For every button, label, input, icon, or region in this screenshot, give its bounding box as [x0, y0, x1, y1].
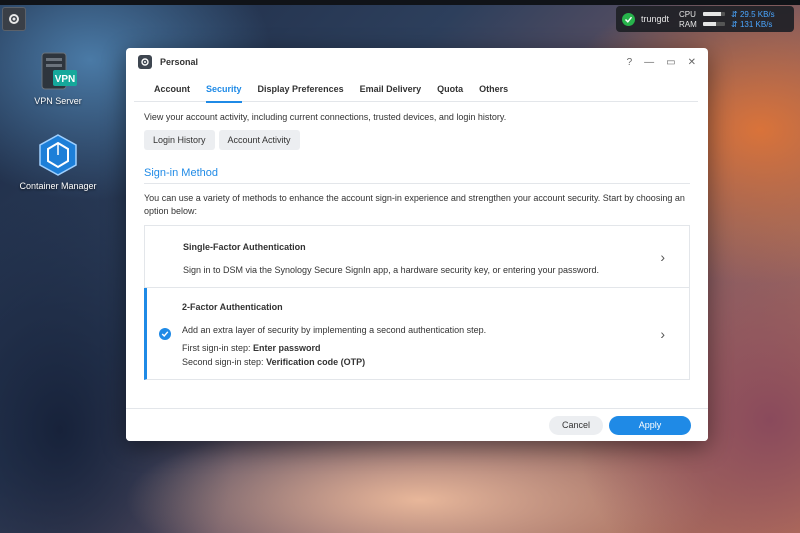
- desktop-icon-label: Container Manager: [19, 181, 97, 191]
- desktop-icon-vpn-server[interactable]: VPN VPN Server: [8, 52, 108, 106]
- option-description: Sign in to DSM via the Synology Secure S…: [183, 265, 600, 275]
- activity-buttons: Login History Account Activity: [144, 130, 690, 150]
- desktop-icon-label: VPN Server: [34, 96, 82, 106]
- sign-in-method-description: You can use a variety of methods to enha…: [144, 193, 685, 216]
- personal-window: Personal ? — ▭ ✕ Account Security Displa…: [126, 48, 708, 441]
- window-controls: ? — ▭ ✕: [627, 57, 696, 68]
- cpu-bar-fill: [703, 12, 721, 16]
- tab-email-delivery[interactable]: Email Delivery: [352, 76, 430, 102]
- ram-bar: [703, 22, 726, 26]
- cancel-button[interactable]: Cancel: [549, 415, 603, 435]
- step2-label: Second sign-in step:: [182, 357, 267, 367]
- cpu-rate-value: 29.5 KB/s: [739, 9, 775, 19]
- ram-label: RAM: [679, 19, 697, 29]
- settings-app-icon: [138, 55, 152, 69]
- cpu-bar: [703, 12, 726, 16]
- tab-account[interactable]: Account: [146, 76, 198, 102]
- step1-value: Enter password: [253, 343, 321, 353]
- tab-security[interactable]: Security: [198, 76, 250, 103]
- ram-meter: RAM ⇵ 131 KB/s: [679, 20, 775, 29]
- maximize-icon[interactable]: ▭: [666, 57, 675, 68]
- close-icon[interactable]: ✕: [688, 57, 696, 68]
- tab-quota[interactable]: Quota: [429, 76, 471, 102]
- main-menu-button[interactable]: [2, 7, 26, 31]
- security-panel: View your account activity, including cu…: [126, 112, 708, 380]
- selected-check-icon: [159, 327, 171, 340]
- second-sign-in-step: Second sign-in step: Verification code (…: [182, 355, 649, 369]
- option-title: 2-Factor Authentication: [182, 302, 283, 312]
- cpu-rate: ⇵ 29.5 KB/s: [731, 9, 775, 19]
- help-icon[interactable]: ?: [627, 57, 633, 68]
- tab-others[interactable]: Others: [471, 76, 516, 102]
- step2-value: Verification code (OTP): [266, 357, 366, 367]
- sign-in-method-heading: Sign-in Method: [144, 167, 690, 184]
- single-factor-option[interactable]: Single-Factor Authentication Sign in to …: [144, 225, 690, 288]
- vpn-server-icon: VPN: [41, 52, 77, 90]
- login-history-button[interactable]: Login History: [144, 130, 215, 150]
- container-manager-icon: [39, 134, 77, 176]
- resource-meters: CPU ⇵ 29.5 KB/s RAM ⇵ 131 KB/s: [679, 10, 775, 29]
- status-ok-icon: [622, 12, 635, 26]
- username: trungdt: [641, 14, 670, 24]
- cpu-label: CPU: [679, 9, 696, 19]
- top-bar: [0, 0, 800, 5]
- two-factor-option[interactable]: 2-Factor Authentication Add an extra lay…: [144, 288, 690, 380]
- gear-icon: [9, 14, 19, 24]
- step1-label: First sign-in step:: [182, 343, 254, 353]
- minimize-icon[interactable]: —: [644, 57, 654, 68]
- account-activity-intro: View your account activity, including cu…: [144, 112, 507, 122]
- first-sign-in-step: First sign-in step: Enter password: [182, 341, 649, 355]
- account-activity-button[interactable]: Account Activity: [218, 130, 300, 150]
- option-description: Add an extra layer of security by implem…: [182, 325, 487, 335]
- system-status-widget[interactable]: trungdt CPU ⇵ 29.5 KB/s RAM ⇵ 131 KB/s: [616, 6, 794, 32]
- ram-bar-fill: [703, 22, 717, 26]
- chevron-right-icon: ›: [660, 248, 665, 265]
- ram-rate: ⇵ 131 KB/s: [731, 19, 773, 29]
- desktop-icon-container-manager[interactable]: Container Manager: [8, 133, 108, 191]
- option-title: Single-Factor Authentication: [183, 242, 306, 252]
- apply-button[interactable]: Apply: [609, 415, 691, 435]
- cpu-meter: CPU ⇵ 29.5 KB/s: [679, 10, 775, 19]
- tab-display-preferences[interactable]: Display Preferences: [250, 76, 352, 102]
- ram-rate-value: 131 KB/s: [739, 19, 773, 29]
- vpn-badge: VPN: [55, 74, 76, 85]
- window-title: Personal: [160, 57, 199, 67]
- window-titlebar[interactable]: Personal ? — ▭ ✕: [126, 48, 708, 76]
- chevron-right-icon: ›: [660, 325, 665, 342]
- tab-bar: Account Security Display Preferences Ema…: [134, 76, 698, 103]
- window-footer: Cancel Apply: [126, 408, 708, 441]
